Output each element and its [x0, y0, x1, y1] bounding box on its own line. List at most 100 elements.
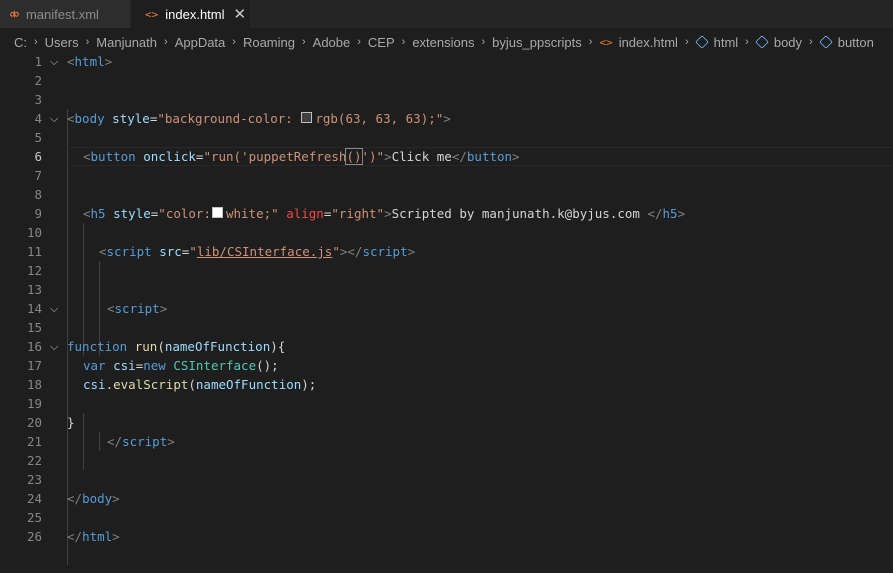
breadcrumb-item[interactable]: byjus_ppscripts [492, 35, 582, 50]
code-text: </html> [67, 529, 120, 544]
line-number: 13 [26, 282, 42, 297]
tab-manifest-xml[interactable]: ⧞ manifest.xml [0, 0, 131, 28]
line-number: 8 [34, 187, 42, 202]
code-line: 2 [0, 71, 893, 90]
line-number: 9 [34, 206, 42, 221]
line-number: 12 [26, 263, 42, 278]
line-number: 6 [34, 149, 42, 164]
breadcrumb-item[interactable]: body [774, 35, 802, 50]
code-text: var csi=new CSInterface(); [83, 358, 279, 373]
line-number: 3 [34, 92, 42, 107]
breadcrumb-item[interactable]: index.html [619, 35, 678, 50]
breadcrumb-item[interactable]: html [714, 35, 739, 50]
line-number: 23 [26, 472, 42, 487]
code-line: 7 [0, 166, 893, 185]
chevron-right-icon: › [401, 36, 406, 48]
chevron-right-icon: › [85, 36, 90, 48]
line-number: 10 [26, 225, 42, 240]
code-line: 15 [0, 318, 893, 337]
code-line: 10 [0, 223, 893, 242]
code-line: 19 [0, 394, 893, 413]
tab-label: index.html [165, 6, 225, 22]
code-line: 21 </script> [0, 432, 893, 451]
code-line: 16 ⌵ function run(nameOfFunction){ [0, 337, 893, 356]
chevron-down-icon[interactable]: ⌵ [50, 299, 58, 318]
line-number: 2 [34, 73, 42, 88]
line-number: 22 [26, 453, 42, 468]
breadcrumb-item[interactable]: CEP [368, 35, 395, 50]
line-number: 16 [26, 339, 42, 354]
line-number: 15 [26, 320, 42, 335]
chevron-right-icon: › [745, 36, 749, 48]
code-editor[interactable]: 1 ⌵ <html> 2 3 4 ⌵ <body style="backgrou… [0, 52, 893, 573]
code-text: function run(nameOfFunction){ [67, 339, 286, 354]
code-text: </body> [67, 491, 120, 506]
line-number: 14 [26, 301, 42, 316]
chevron-right-icon: › [357, 36, 361, 48]
code-line: 11 <script src="lib/CSInterface.js"></sc… [0, 242, 893, 261]
symbol-element-icon [694, 35, 709, 49]
symbol-element-icon [755, 35, 769, 49]
breadcrumb-item[interactable]: Roaming [243, 35, 295, 50]
chevron-down-icon[interactable]: ⌵ [50, 52, 58, 71]
breadcrumb-item[interactable]: extensions [412, 35, 474, 50]
line-number: 19 [26, 396, 42, 411]
chevron-right-icon: › [301, 36, 306, 48]
code-line: 25 [0, 508, 893, 527]
script-src-link[interactable]: lib/CSInterface.js [197, 244, 332, 259]
line-number: 17 [26, 358, 42, 373]
tab-index-html[interactable]: <> index.html ✕ [131, 0, 250, 28]
code-text: <button onclick="run('puppetRefresh()')"… [83, 148, 520, 165]
chevron-right-icon: › [164, 36, 168, 48]
line-number: 24 [26, 491, 42, 506]
tab-bar: ⧞ manifest.xml <> index.html ✕ [0, 0, 893, 28]
code-text: } [67, 415, 75, 430]
code-text: <h5 style="color: white;" align="right">S… [83, 206, 686, 221]
code-text: <html> [67, 54, 113, 69]
code-text: csi.evalScript(nameOfFunction); [83, 377, 317, 392]
breadcrumb-item[interactable]: AppData [175, 35, 226, 50]
breadcrumb-item[interactable]: Users [45, 35, 79, 50]
code-icon: <> [599, 35, 613, 49]
code-line: 17 var csi=new CSInterface(); [0, 356, 893, 375]
code-line: 9 <h5 style="color: white;" align="right"… [0, 204, 893, 223]
line-number: 5 [34, 130, 42, 145]
chevron-down-icon[interactable]: ⌵ [50, 109, 58, 128]
code-text: <script src="lib/CSInterface.js"></scrip… [99, 244, 416, 259]
code-line: 8 [0, 185, 893, 204]
breadcrumb-item[interactable]: C: [14, 35, 27, 50]
breadcrumb-item[interactable]: Manjunath [96, 35, 157, 50]
breadcrumb: C: › Users › Manjunath › AppData › Roaming › … [14, 31, 874, 53]
line-number: 1 [34, 54, 42, 69]
code-line: 26 </html> [0, 527, 893, 546]
code-line: 18 csi.evalScript(nameOfFunction); [0, 375, 893, 394]
line-number: 7 [34, 168, 42, 183]
code-line: 13 [0, 280, 893, 299]
code-line: 22 [0, 451, 893, 470]
color-swatch[interactable] [301, 112, 313, 123]
chevron-right-icon: › [684, 36, 689, 48]
close-icon[interactable]: ✕ [234, 7, 247, 22]
chevron-right-icon: › [34, 36, 38, 48]
code-line: 24 </body> [0, 489, 893, 508]
chevron-right-icon: › [809, 36, 813, 48]
color-swatch[interactable] [211, 207, 223, 218]
code-line: 23 [0, 470, 893, 489]
code-text: <body style="background-color: rgb(63, 6… [67, 111, 451, 126]
code-line: 5 [0, 128, 893, 147]
chevron-right-icon: › [232, 36, 236, 48]
code-icon: <> [145, 7, 159, 21]
tab-label: manifest.xml [25, 6, 99, 22]
breadcrumb-item[interactable]: Adobe [313, 35, 351, 50]
code-line: 12 [0, 261, 893, 280]
code-text: </script> [107, 434, 175, 449]
rss-icon: ⧞ [10, 7, 19, 20]
code-text: <script> [107, 301, 168, 316]
breadcrumb-item[interactable]: button [838, 35, 874, 50]
line-number: 21 [26, 434, 42, 449]
line-number: 25 [26, 510, 42, 525]
chevron-right-icon: › [481, 36, 486, 48]
chevron-right-icon: › [588, 36, 593, 48]
line-number: 20 [26, 415, 42, 430]
chevron-down-icon[interactable]: ⌵ [50, 337, 58, 356]
